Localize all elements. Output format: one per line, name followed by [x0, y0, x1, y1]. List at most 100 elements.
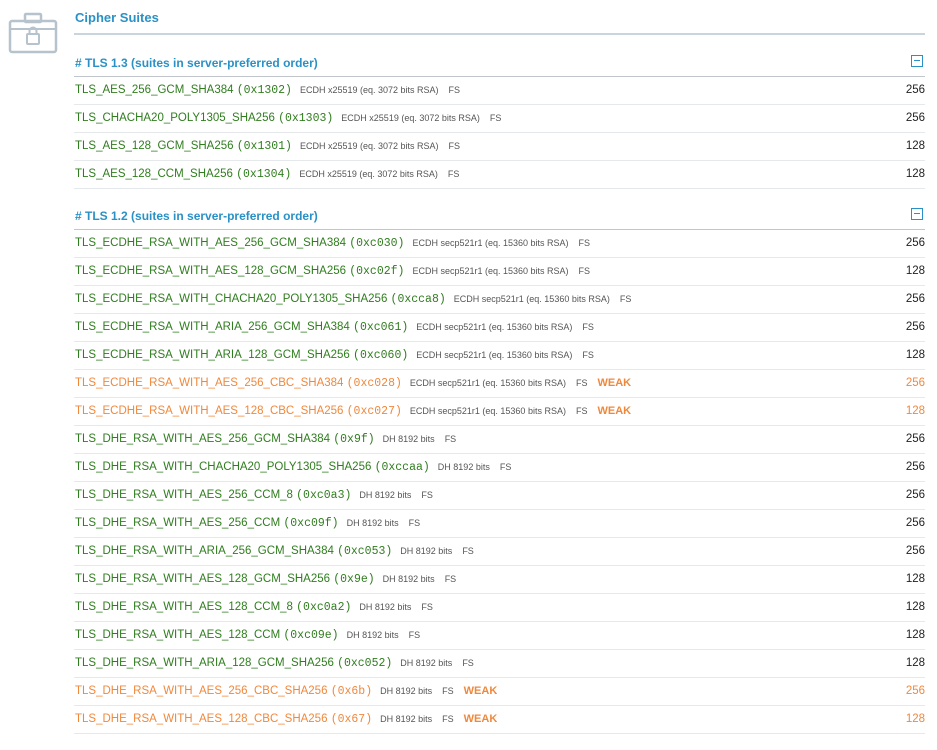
- section-title: # TLS 1.3 (suites in server-preferred or…: [75, 56, 318, 70]
- weak-badge: WEAK: [597, 405, 632, 417]
- cipher-info: TLS_DHE_RSA_WITH_AES_256_CBC_SHA256 (0x6…: [75, 685, 497, 698]
- cipher-info: TLS_ECDHE_RSA_WITH_ARIA_256_GCM_SHA384 (…: [75, 321, 594, 334]
- cipher-name: TLS_DHE_RSA_WITH_ARIA_256_GCM_SHA384: [75, 545, 334, 557]
- cipher-row: TLS_DHE_RSA_WITH_AES_128_GCM_SHA256 (0x9…: [74, 566, 925, 594]
- cipher-bits: 128: [905, 713, 925, 725]
- cipher-info: TLS_DHE_RSA_WITH_ARIA_128_GCM_SHA256 (0x…: [75, 657, 474, 670]
- cipher-row: TLS_DHE_RSA_WITH_AES_128_CCM (0xc09e) DH …: [74, 622, 925, 650]
- weak-badge: WEAK: [463, 685, 498, 697]
- cipher-name: TLS_AES_128_GCM_SHA256: [75, 140, 234, 152]
- cipher-row: TLS_ECDHE_RSA_WITH_AES_128_CBC_SHA256 (0…: [74, 398, 925, 426]
- cipher-row: TLS_CHACHA20_POLY1305_SHA256 (0x1303) ECD…: [74, 105, 925, 133]
- cipher-info: TLS_DHE_RSA_WITH_AES_256_GCM_SHA384 (0x9…: [75, 433, 456, 446]
- key-exchange: DH 8192 bits: [437, 462, 490, 472]
- cipher-row: TLS_ECDHE_RSA_WITH_CHACHA20_POLY1305_SHA…: [74, 286, 925, 314]
- cipher-bits: 256: [905, 685, 925, 697]
- cipher-info: TLS_DHE_RSA_WITH_CHACHA20_POLY1305_SHA25…: [75, 461, 511, 474]
- cipher-row: TLS_AES_256_GCM_SHA384 (0x1302) ECDH x255…: [74, 77, 925, 105]
- cipher-row: TLS_DHE_RSA_WITH_AES_256_CCM (0xc09f) DH …: [74, 510, 925, 538]
- cipher-code: (0x9e): [333, 573, 375, 586]
- cipher-name: TLS_CHACHA20_POLY1305_SHA256: [75, 112, 275, 124]
- key-exchange: ECDH secp521r1 (eq. 15360 bits RSA): [453, 294, 610, 304]
- key-exchange: ECDH secp521r1 (eq. 15360 bits RSA): [416, 350, 573, 360]
- forward-secrecy-flag: FS: [582, 322, 594, 332]
- cipher-row: TLS_DHE_RSA_WITH_ARIA_256_GCM_SHA384 (0x…: [74, 538, 925, 566]
- cipher-bits: 256: [905, 489, 925, 501]
- cipher-name: TLS_DHE_RSA_WITH_AES_128_GCM_SHA256: [75, 573, 331, 585]
- cipher-bits: 128: [905, 140, 925, 152]
- key-exchange: DH 8192 bits: [380, 714, 433, 724]
- forward-secrecy-flag: FS: [489, 113, 502, 123]
- cipher-bits: 128: [905, 573, 925, 585]
- cipher-bits: 128: [905, 349, 925, 361]
- cipher-info: TLS_DHE_RSA_WITH_AES_256_CCM (0xc09f) DH …: [75, 517, 420, 530]
- cipher-bits: 256: [905, 237, 925, 249]
- cipher-bits: 128: [905, 601, 925, 613]
- tls13-section: # TLS 1.3 (suites in server-preferred or…: [74, 46, 925, 189]
- forward-secrecy-flag: FS: [447, 169, 460, 179]
- key-exchange: DH 8192 bits: [359, 490, 412, 500]
- forward-secrecy-flag: FS: [575, 406, 588, 416]
- cipher-code: (0xc09e): [283, 629, 339, 642]
- key-exchange: ECDH x25519 (eq. 3072 bits RSA): [299, 141, 439, 151]
- cipher-name: TLS_DHE_RSA_WITH_AES_256_CBC_SHA256: [75, 685, 328, 697]
- cipher-bits: 256: [905, 112, 925, 124]
- cipher-name: TLS_ECDHE_RSA_WITH_CHACHA20_POLY1305_SHA…: [75, 293, 388, 305]
- cipher-code: (0x1302): [236, 84, 292, 97]
- forward-secrecy-flag: FS: [408, 518, 421, 528]
- collapse-icon[interactable]: [911, 55, 923, 67]
- key-exchange: ECDH x25519 (eq. 3072 bits RSA): [299, 85, 439, 95]
- cipher-code: (0x1304): [236, 168, 292, 181]
- section-header: # TLS 1.2 (suites in server-preferred or…: [74, 199, 925, 230]
- forward-secrecy-flag: FS: [421, 602, 433, 612]
- forward-secrecy-flag: FS: [448, 85, 461, 95]
- cipher-code: (0xc0a3): [296, 489, 352, 502]
- cipher-code: (0x1301): [236, 140, 292, 153]
- cipher-bits: 256: [905, 293, 925, 305]
- forward-secrecy-flag: FS: [444, 434, 457, 444]
- cipher-row: TLS_AES_128_CCM_SHA256 (0x1304) ECDH x255…: [74, 161, 925, 189]
- key-exchange: ECDH secp521r1 (eq. 15360 bits RSA): [409, 378, 566, 388]
- cipher-code: (0xc052): [337, 657, 393, 670]
- cipher-row: TLS_DHE_RSA_WITH_ARIA_128_GCM_SHA256 (0x…: [74, 650, 925, 678]
- key-exchange: DH 8192 bits: [400, 658, 453, 668]
- collapse-icon[interactable]: [911, 208, 923, 220]
- cipher-row: TLS_ECDHE_RSA_WITH_ARIA_256_GCM_SHA384 (…: [74, 314, 925, 342]
- cipher-name: TLS_ECDHE_RSA_WITH_AES_256_CBC_SHA384: [75, 377, 344, 389]
- cipher-code: (0x9f): [333, 433, 375, 446]
- cipher-row: TLS_DHE_RSA_WITH_AES_128_CCM_8 (0xc0a2) D…: [74, 594, 925, 622]
- cipher-name: TLS_DHE_RSA_WITH_CHACHA20_POLY1305_SHA25…: [75, 461, 372, 473]
- key-exchange: ECDH secp521r1 (eq. 15360 bits RSA): [412, 238, 569, 248]
- lock-case-icon: [8, 12, 58, 54]
- forward-secrecy-flag: FS: [408, 630, 421, 640]
- cipher-bits: 256: [905, 321, 925, 333]
- cipher-row: TLS_AES_128_GCM_SHA256 (0x1301) ECDH x255…: [74, 133, 925, 161]
- cipher-code: (0x1303): [278, 112, 334, 125]
- key-exchange: DH 8192 bits: [359, 602, 412, 612]
- cipher-code: (0xc0a2): [296, 601, 352, 614]
- cipher-code: (0x67): [330, 713, 373, 726]
- cipher-info: TLS_DHE_RSA_WITH_ARIA_256_GCM_SHA384 (0x…: [75, 545, 474, 558]
- cipher-row: TLS_ECDHE_RSA_WITH_AES_256_CBC_SHA384 (0…: [74, 370, 925, 398]
- cipher-name: TLS_ECDHE_RSA_WITH_AES_128_CBC_SHA256: [75, 405, 344, 417]
- cipher-name: TLS_DHE_RSA_WITH_AES_128_CCM_8: [75, 601, 293, 613]
- cipher-code: (0xccaa): [374, 461, 430, 474]
- tls12-section: # TLS 1.2 (suites in server-preferred or…: [74, 199, 925, 734]
- cipher-code: (0xcca8): [390, 293, 446, 306]
- cipher-name: TLS_AES_128_CCM_SHA256: [75, 168, 233, 180]
- key-exchange: ECDH secp521r1 (eq. 15360 bits RSA): [409, 406, 566, 416]
- key-exchange: ECDH secp521r1 (eq. 15360 bits RSA): [412, 266, 569, 276]
- cipher-info: TLS_DHE_RSA_WITH_AES_128_CCM (0xc09e) DH …: [75, 629, 420, 642]
- cipher-info: TLS_DHE_RSA_WITH_AES_128_CCM_8 (0xc0a2) D…: [75, 601, 433, 614]
- forward-secrecy-flag: FS: [582, 350, 594, 360]
- cipher-row: TLS_DHE_RSA_WITH_AES_256_CCM_8 (0xc0a3) D…: [74, 482, 925, 510]
- cipher-info: TLS_AES_256_GCM_SHA384 (0x1302) ECDH x255…: [75, 84, 460, 97]
- cipher-info: TLS_DHE_RSA_WITH_AES_256_CCM_8 (0xc0a3) D…: [75, 489, 433, 502]
- cipher-info: TLS_AES_128_CCM_SHA256 (0x1304) ECDH x255…: [75, 168, 459, 181]
- page-title: Cipher Suites: [75, 10, 159, 25]
- cipher-code: (0xc028): [346, 377, 402, 390]
- forward-secrecy-flag: FS: [578, 266, 591, 276]
- cipher-name: TLS_ECDHE_RSA_WITH_ARIA_256_GCM_SHA384: [75, 321, 350, 333]
- key-exchange: DH 8192 bits: [346, 518, 399, 528]
- cipher-bits: 128: [905, 657, 925, 669]
